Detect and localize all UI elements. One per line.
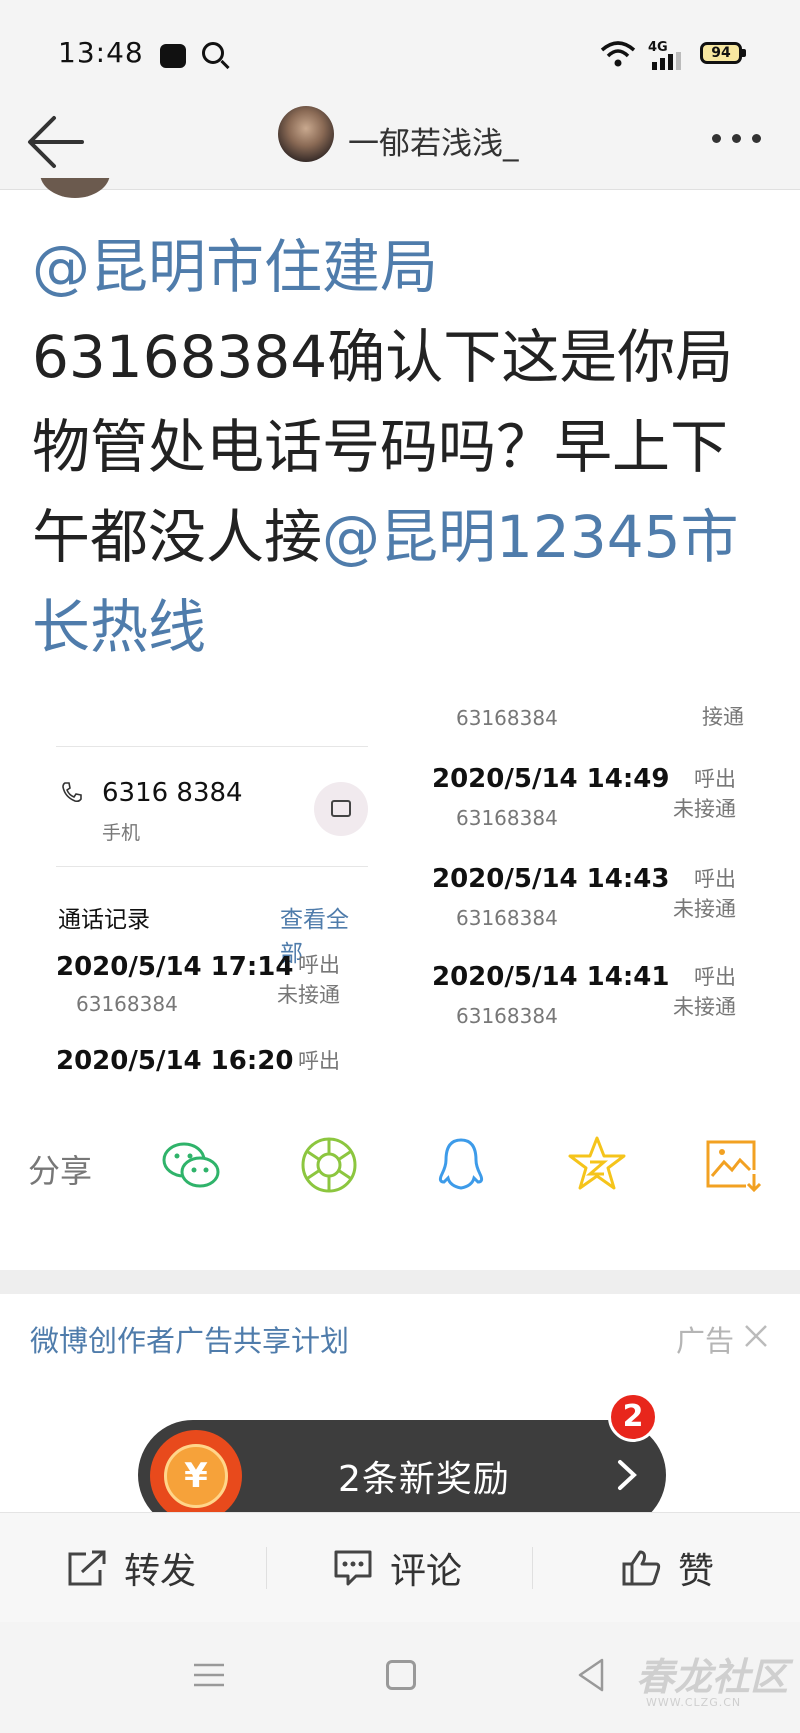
system-nav-bar: 春龙社区 WWW.CLZG.CN bbox=[0, 1622, 800, 1733]
call-status: 呼出 未 bbox=[298, 1049, 340, 1072]
action-bar: 转发 评论 赞 bbox=[0, 1512, 800, 1622]
call-detail-screenshot: 6316 8384 手机 通话记录 查看全部 2020/5/14 17:14 6… bbox=[56, 700, 368, 1072]
calllog-title: 通话记录 bbox=[58, 907, 150, 933]
call-status: 呼出 未接通 bbox=[277, 953, 340, 1007]
call-log-screenshot: 63168384 接通 2020/5/14 14:49 63168384 呼出 … bbox=[432, 700, 752, 1072]
post-content: @昆明市住建局 63168384确认下这是你局物管处电话号码吗？早上下午都没人接… bbox=[32, 222, 772, 672]
call-date: 2020/5/14 17:14 bbox=[56, 952, 294, 982]
watermark-url: WWW.CLZG.CN bbox=[646, 1696, 742, 1709]
more-options-icon[interactable] bbox=[712, 128, 776, 144]
call-status: 呼出 未接通 bbox=[673, 867, 736, 921]
message-button bbox=[314, 782, 368, 836]
like-label: 赞 bbox=[678, 1551, 715, 1592]
divider bbox=[56, 866, 368, 867]
thumbs-up-icon bbox=[622, 1550, 661, 1586]
call-number: 63168384 bbox=[456, 706, 558, 730]
call-status: 接通 bbox=[702, 705, 744, 729]
like-button[interactable]: 赞 bbox=[620, 1513, 714, 1623]
share-label: 分享 bbox=[28, 1152, 93, 1190]
back-triangle-icon[interactable] bbox=[576, 1656, 606, 1694]
qzone-icon[interactable] bbox=[566, 1134, 628, 1196]
coin-icon: ¥ bbox=[164, 1444, 228, 1508]
author-avatar bbox=[40, 178, 110, 198]
qq-icon[interactable] bbox=[430, 1134, 492, 1196]
status-time: 13:48 bbox=[58, 36, 144, 69]
divider bbox=[532, 1547, 533, 1589]
reward-text: 2条新奖励 bbox=[338, 1459, 510, 1500]
post-image[interactable]: 6316 8384 手机 通话记录 查看全部 2020/5/14 17:14 6… bbox=[0, 700, 800, 1072]
call-number: 63168384 bbox=[456, 806, 558, 830]
chevron-right-icon bbox=[618, 1460, 637, 1490]
call-status: 呼出 未接通 bbox=[673, 965, 736, 1019]
save-image-icon[interactable] bbox=[702, 1134, 764, 1196]
ad-title[interactable]: 微博创作者广告共享计划 bbox=[30, 1318, 349, 1360]
wifi-icon bbox=[600, 41, 636, 67]
wechat-icon[interactable] bbox=[160, 1134, 222, 1196]
back-arrow-icon[interactable] bbox=[24, 110, 88, 174]
mention-link[interactable]: @昆明市住建局 bbox=[32, 233, 438, 301]
signal-icon bbox=[652, 52, 681, 70]
divider bbox=[266, 1547, 267, 1589]
call-number: 63168384 bbox=[456, 1004, 558, 1028]
call-number: 63168384 bbox=[456, 906, 558, 930]
username[interactable]: 一郁若浅浅_ bbox=[348, 118, 519, 163]
phone-type: 手机 bbox=[102, 822, 141, 844]
call-date: 2020/5/14 14:49 bbox=[432, 764, 670, 794]
call-status: 呼出 未接通 bbox=[673, 767, 736, 821]
status-bar: 13:48 4G 94 bbox=[0, 0, 800, 100]
top-nav: 一郁若浅浅_ bbox=[0, 100, 800, 190]
moments-icon[interactable] bbox=[298, 1134, 360, 1196]
comment-icon bbox=[334, 1550, 372, 1586]
repost-button[interactable]: 转发 bbox=[66, 1513, 196, 1623]
battery-indicator: 94 bbox=[700, 42, 746, 64]
repost-label: 转发 bbox=[124, 1551, 197, 1592]
watermark-logo: 春龙社区 bbox=[636, 1654, 789, 1699]
health-icon bbox=[160, 44, 186, 68]
search-icon bbox=[202, 42, 224, 64]
phone-number: 6316 8384 bbox=[102, 778, 243, 808]
message-icon bbox=[331, 800, 351, 817]
share-row: 分享 bbox=[0, 1130, 800, 1220]
ad-label: 广告 bbox=[676, 1324, 735, 1358]
comment-label: 评论 bbox=[390, 1551, 463, 1592]
section-divider bbox=[0, 1270, 800, 1294]
notification-badge: 2 bbox=[608, 1392, 658, 1442]
avatar[interactable] bbox=[278, 106, 334, 162]
call-date: 2020/5/14 14:41 bbox=[432, 962, 670, 992]
call-date: 2020/5/14 14:43 bbox=[432, 864, 670, 894]
repost-icon bbox=[68, 1550, 106, 1586]
divider bbox=[56, 746, 368, 747]
home-button[interactable] bbox=[386, 1660, 416, 1690]
red-packet-icon: ¥ bbox=[150, 1430, 242, 1522]
menu-icon[interactable] bbox=[192, 1660, 226, 1690]
phone-icon bbox=[62, 782, 82, 803]
call-number: 63168384 bbox=[76, 992, 178, 1016]
post-meta-partial bbox=[0, 178, 800, 200]
call-date: 2020/5/14 16:20 bbox=[56, 1046, 294, 1072]
comment-button[interactable]: 评论 bbox=[332, 1513, 462, 1623]
close-icon[interactable] bbox=[742, 1322, 770, 1350]
